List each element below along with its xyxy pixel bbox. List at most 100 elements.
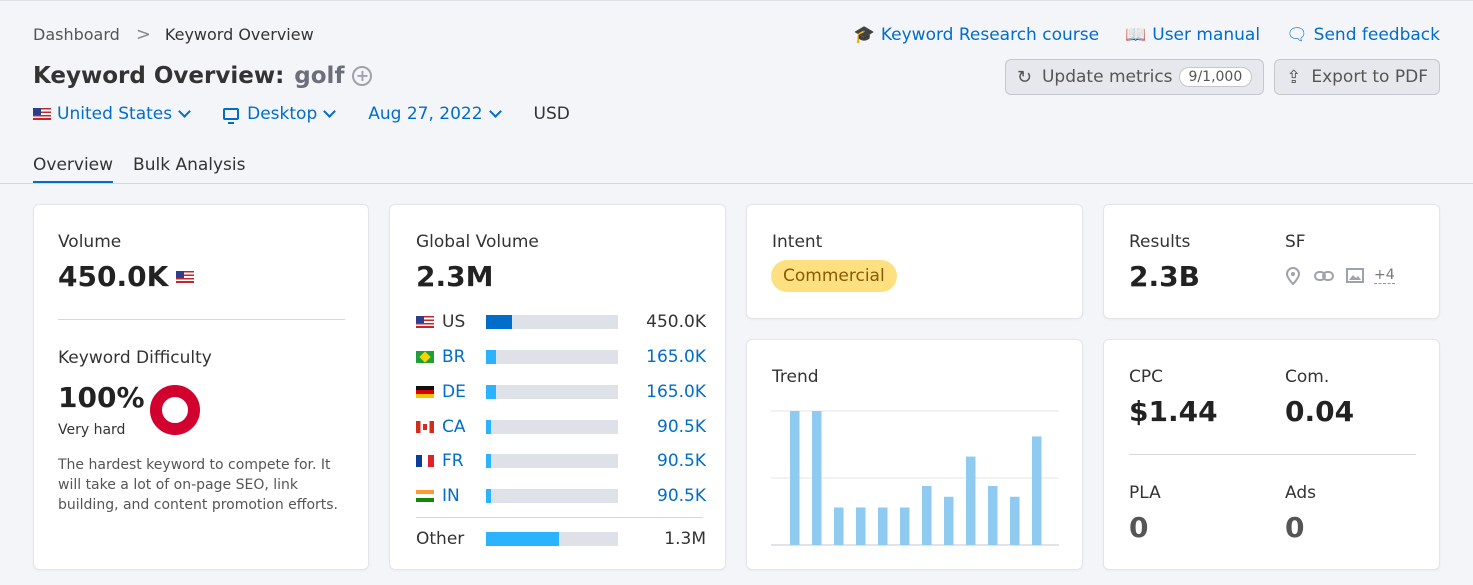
country-row-in[interactable]: IN 90.5K [416, 485, 706, 507]
country-code[interactable]: CA [442, 417, 486, 437]
sf-more-link[interactable]: +4 [1374, 267, 1395, 284]
country-row-br[interactable]: BR 165.0K [416, 346, 706, 368]
in-flag-icon [416, 490, 434, 502]
trend-bar[interactable] [944, 496, 954, 545]
trend-bar[interactable] [834, 507, 844, 545]
fr-flag-icon [416, 455, 434, 467]
divider [58, 319, 345, 320]
trend-label: Trend [772, 367, 819, 387]
device-selector[interactable]: Desktop [223, 104, 337, 124]
divider [416, 517, 703, 518]
cpc-value: $1.44 [1129, 395, 1218, 428]
country-volume[interactable]: 165.0K [646, 347, 706, 367]
divider [1129, 454, 1416, 455]
update-metrics-button[interactable]: ↻ Update metrics 9/1,000 [1004, 59, 1265, 95]
volume-bar [486, 350, 618, 364]
chevron-down-icon [488, 105, 502, 118]
country-row-ca[interactable]: CA 90.5K [416, 416, 706, 438]
kd-description: The hardest keyword to compete for. It w… [58, 457, 338, 513]
volume-bar [486, 315, 618, 329]
feedback-link-label: Send feedback [1313, 25, 1440, 45]
volume-bar [486, 420, 618, 434]
country-label: United States [57, 104, 173, 124]
trend-bar[interactable] [878, 507, 888, 545]
header-actions: ↻ Update metrics 9/1,000 ⇪ Export to PDF [995, 59, 1440, 95]
page-title-keyword: golf [294, 63, 345, 89]
global-volume-value: 2.3M [416, 260, 494, 293]
send-feedback-link[interactable]: 🗨 Send feedback [1286, 25, 1440, 45]
trend-bar[interactable] [988, 486, 998, 545]
global-volume-label: Global Volume [416, 232, 539, 252]
other-label: Other [416, 529, 465, 549]
page-title-prefix: Keyword Overview: [33, 63, 285, 89]
de-flag-icon [416, 386, 434, 398]
link-icon[interactable] [1314, 267, 1334, 289]
us-flag-icon [33, 108, 51, 120]
global-volume-card: Global Volume 2.3M US 450.0K BR 165.0K D… [389, 204, 726, 570]
trend-bar[interactable] [790, 411, 800, 545]
export-pdf-button[interactable]: ⇪ Export to PDF [1274, 59, 1440, 95]
export-pdf-label: Export to PDF [1311, 67, 1428, 87]
br-flag-icon [416, 351, 434, 363]
volume-bar [486, 385, 618, 399]
intent-badge: Commercial [771, 260, 897, 292]
trend-bar[interactable] [922, 486, 932, 545]
header-links: 🎓 Keyword Research course 📖 User manual … [828, 25, 1440, 45]
country-volume[interactable]: 90.5K [657, 417, 706, 437]
add-keyword-icon[interactable]: + [352, 66, 373, 86]
country-volume[interactable]: 165.0K [646, 382, 706, 402]
volume-value-row: 450.0K [58, 260, 200, 293]
image-icon[interactable] [1346, 267, 1364, 289]
results-value: 2.3B [1129, 260, 1200, 293]
country-row-fr[interactable]: FR 90.5K [416, 450, 706, 472]
trend-bar[interactable] [966, 456, 976, 545]
refresh-icon: ↻ [1016, 66, 1032, 88]
us-flag-icon [176, 270, 195, 283]
results-label: Results [1129, 232, 1191, 252]
breadcrumb-current: Keyword Overview [164, 25, 314, 44]
device-label: Desktop [247, 104, 318, 124]
volume-bar-fill [486, 385, 496, 399]
book-icon: 📖 [1125, 25, 1147, 45]
other-volume: 1.3M [664, 529, 706, 549]
update-metrics-counter: 9/1,000 [1178, 67, 1253, 87]
kd-level: Very hard [58, 422, 126, 438]
filters-bar: United States Desktop Aug 27, 2022 USD [33, 104, 570, 124]
country-code[interactable]: IN [442, 486, 486, 506]
competition-label: Com. [1285, 367, 1330, 387]
kd-label: Keyword Difficulty [58, 348, 212, 368]
page-title: Keyword Overview: golf + [33, 63, 373, 89]
keyword-research-course-link[interactable]: 🎓 Keyword Research course [854, 25, 1099, 45]
intent-card: Intent Commercial [746, 204, 1083, 319]
kd-value: 100% [58, 381, 145, 414]
trend-bar[interactable] [812, 411, 822, 545]
trend-bar[interactable] [900, 507, 910, 545]
country-selector[interactable]: United States [33, 104, 191, 124]
volume-bar-fill [486, 420, 492, 434]
volume-bar-fill [486, 532, 559, 546]
tab-overview[interactable]: Overview [33, 155, 114, 183]
volume-bar-fill [486, 489, 492, 503]
trend-chart [771, 410, 1059, 546]
country-volume: 450.0K [646, 312, 706, 332]
ads-value: 0 [1285, 511, 1305, 544]
graduation-cap-icon: 🎓 [853, 25, 875, 45]
tab-bulk-analysis[interactable]: Bulk Analysis [133, 155, 245, 183]
country-volume[interactable]: 90.5K [657, 486, 706, 506]
country-code[interactable]: FR [442, 451, 486, 471]
volume-bar-fill [486, 350, 496, 364]
country-volume[interactable]: 90.5K [657, 451, 706, 471]
trend-bar[interactable] [1032, 436, 1042, 545]
country-code[interactable]: DE [442, 382, 486, 402]
breadcrumb-dashboard[interactable]: Dashboard [33, 25, 120, 44]
volume-bar-fill [486, 454, 492, 468]
trend-bar[interactable] [856, 507, 866, 545]
country-code[interactable]: BR [442, 347, 486, 367]
date-selector[interactable]: Aug 27, 2022 [368, 104, 502, 124]
country-row-us: US 450.0K [416, 311, 706, 333]
location-icon[interactable] [1285, 266, 1301, 289]
trend-bar[interactable] [1010, 496, 1020, 545]
pla-label: PLA [1129, 483, 1161, 503]
user-manual-link[interactable]: 📖 User manual [1125, 25, 1260, 45]
country-row-de[interactable]: DE 165.0K [416, 381, 706, 403]
